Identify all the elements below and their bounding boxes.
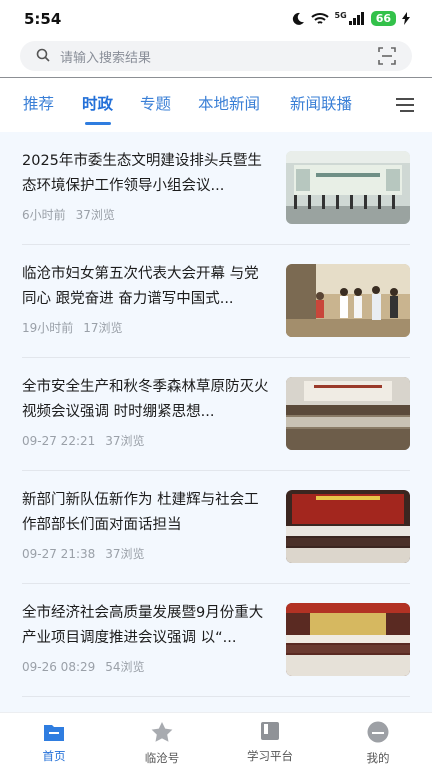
news-title[interactable]: 新部门新队伍新作为 杜建辉与社会工作部部长们面对面话担当 [22,488,270,538]
search-input[interactable]: 请输入搜索结果 [60,47,151,66]
wifi-icon [310,12,329,24]
signal-icon [348,12,364,25]
bottom-navigation: 首页 临沧号 学习平台 我的 [0,712,432,769]
nav-home-label: 首页 [42,749,66,763]
news-meta: 09-26 08:29 54浏览 [22,658,145,675]
nav-study-platform[interactable]: 学习平台 [230,721,310,764]
nav-lincang-label: 临沧号 [144,751,180,765]
network-type: 5G [334,11,347,20]
news-thumbnail[interactable] [286,490,410,563]
news-meta: 19小时前 17浏览 [22,319,123,336]
news-time: 09-27 22:21 [22,434,96,448]
star-icon [151,722,173,742]
tab-recommend[interactable]: 推荐 [23,92,54,114]
news-thumbnail[interactable] [286,264,410,337]
news-title[interactable]: 全市安全生产和秋冬季森林草原防灭火视频会议强调 时时绷紧思想... [22,375,270,425]
news-title[interactable]: 全市经济社会高质量发展暨9月份重大产业项目调度推进会议强调 以“... [22,601,270,651]
news-time: 19小时前 [22,321,74,335]
news-meta: 09-27 21:38 37浏览 [22,545,145,562]
tab-local-news[interactable]: 本地新闻 [198,92,260,114]
news-item[interactable]: 新部门新队伍新作为 杜建辉与社会工作部部长们面对面话担当 09-27 21:38… [0,471,432,584]
news-item[interactable]: 全市安全生产和秋冬季森林草原防灭火视频会议强调 时时绷紧思想... 09-27 … [0,358,432,471]
status-icons: 5G 66 [291,11,410,26]
news-views: 37浏览 [75,208,115,222]
news-views: 17浏览 [83,321,123,335]
news-title[interactable]: 临沧市妇女第五次代表大会开幕 与党同心 跟党奋进 奋力谱写中国式... [22,262,270,312]
news-time: 6小时前 [22,208,66,222]
nav-lincang[interactable]: 临沧号 [122,721,202,766]
scan-icon[interactable] [378,47,396,65]
home-icon [44,725,64,741]
news-views: 37浏览 [105,434,145,448]
news-views: 54浏览 [105,660,145,674]
tab-topics[interactable]: 专题 [140,92,171,114]
item-divider [22,696,410,697]
battery-icon: 66 [370,11,396,26]
tab-news-broadcast[interactable]: 新闻联播 [290,92,352,114]
status-bar: 5:54 5G 66 [0,0,432,38]
search-bar[interactable]: 请输入搜索结果 [20,41,412,71]
news-list: 2025年市委生态文明建设排头兵暨生态环境保护工作领导小组会议... 6小时前 3… [0,132,432,712]
search-icon [36,48,50,62]
tab-politics[interactable]: 时政 [82,92,113,114]
profile-icon [367,721,389,743]
nav-study-label: 学习平台 [247,749,293,763]
status-time: 5:54 [24,10,62,28]
news-thumbnail[interactable] [286,151,410,224]
news-time: 09-27 21:38 [22,547,96,561]
nav-home[interactable]: 首页 [14,721,94,764]
menu-icon[interactable] [396,98,414,112]
news-item[interactable]: 全市经济社会高质量发展暨9月份重大产业项目调度推进会议强调 以“... 09-2… [0,584,432,697]
nav-mine-label: 我的 [366,751,390,765]
news-meta: 09-27 22:21 37浏览 [22,432,145,449]
news-thumbnail[interactable] [286,603,410,676]
news-views: 37浏览 [105,547,145,561]
category-tabs: 推荐 时政 专题 本地新闻 新闻联播 [0,78,432,132]
news-item[interactable]: 临沧市妇女第五次代表大会开幕 与党同心 跟党奋进 奋力谱写中国式... 19小时… [0,245,432,358]
news-title[interactable]: 2025年市委生态文明建设排头兵暨生态环境保护工作领导小组会议... [22,149,270,199]
news-meta: 6小时前 37浏览 [22,206,115,223]
book-icon [261,722,279,740]
news-time: 09-26 08:29 [22,660,96,674]
active-tab-indicator [85,122,111,125]
moon-icon [292,12,304,25]
news-item[interactable]: 2025年市委生态文明建设排头兵暨生态环境保护工作领导小组会议... 6小时前 3… [0,132,432,245]
news-thumbnail[interactable] [286,377,410,450]
charging-icon [402,12,410,25]
nav-mine[interactable]: 我的 [338,721,418,766]
